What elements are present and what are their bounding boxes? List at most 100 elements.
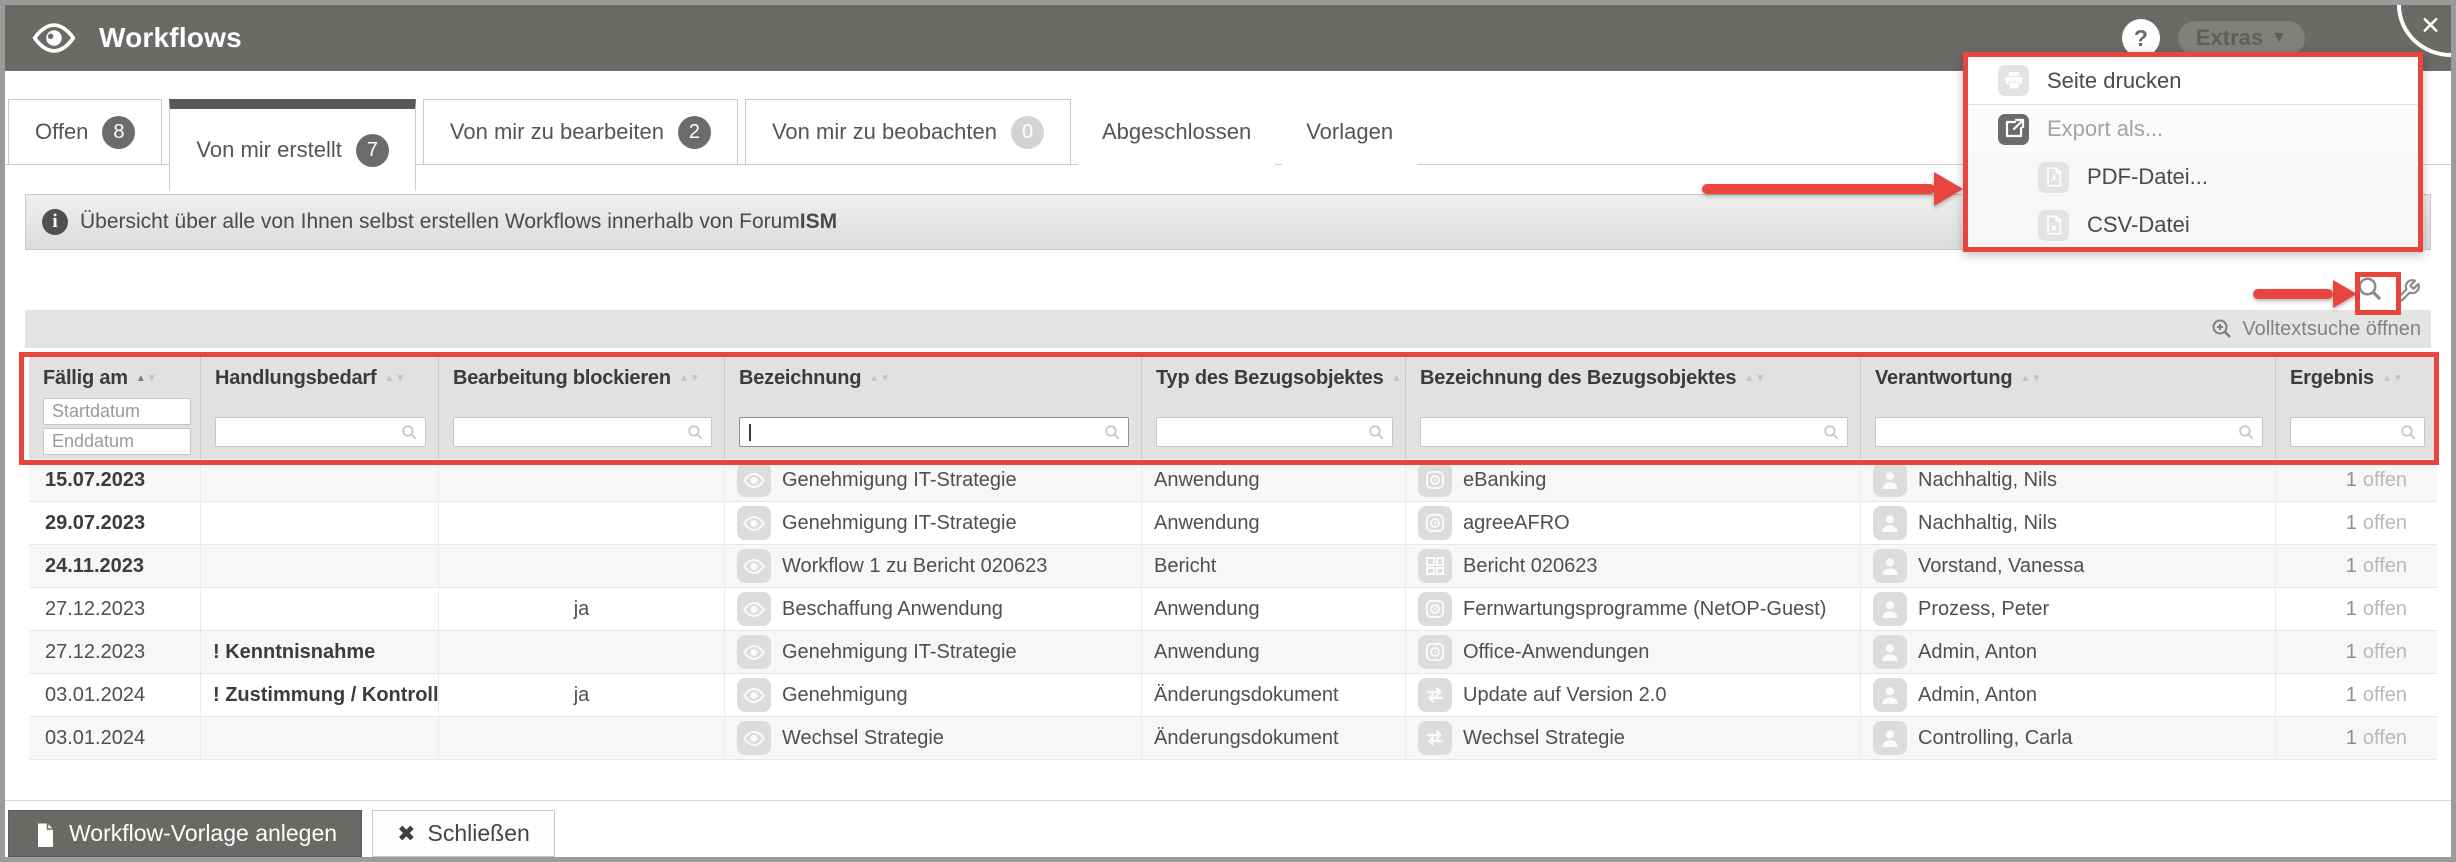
cell-object-type: Anwendung	[1142, 631, 1406, 673]
person-icon	[1873, 506, 1907, 540]
cell-workflow-name: Genehmigung IT-Strategie	[725, 502, 1142, 544]
cell-responsible: Nachhaltig, Nils	[1861, 502, 2276, 544]
filter-input-bearbeitung-blockieren[interactable]	[453, 417, 712, 447]
cell-responsible: Admin, Anton	[1861, 674, 2276, 716]
menu-item-seite-drucken[interactable]: Seite drucken	[1968, 57, 2418, 105]
cell-editing-blocked	[439, 717, 725, 759]
magnifier-icon[interactable]	[2355, 274, 2385, 304]
cell-action-required: ! Kenntnisnahme	[201, 631, 439, 673]
cell-result: 1 offen	[2345, 726, 2407, 749]
table-row[interactable]: 27.12.2023! Kenntnisnahme Genehmigung IT-…	[29, 631, 2437, 674]
menu-item-csv-datei[interactable]: CSV-Datei	[1968, 201, 2418, 247]
input-magnifier-icon	[400, 423, 419, 442]
close-button[interactable]: ✖ Schließen	[372, 810, 555, 857]
filter-input-bezeichnung[interactable]	[739, 417, 1129, 447]
cell-due-date: 27.12.2023	[29, 588, 201, 630]
filter-input-handlungsbedarf[interactable]	[215, 417, 426, 447]
column-header-handlungsbedarf: Handlungsbedarf ▲▼	[201, 355, 439, 459]
workflow-eye-icon	[737, 592, 771, 626]
table-row[interactable]: 15.07.2023 Genehmigung IT-Strategie Anwend…	[29, 459, 2437, 502]
filter-input-bezeichnung-des-bezugsobjektes[interactable]	[1420, 417, 1848, 447]
extras-button[interactable]: Extras ▼	[2177, 21, 2305, 55]
sort-arrows-icon[interactable]: ▲▼	[2382, 373, 2404, 384]
info-icon: i	[42, 209, 68, 235]
sort-arrows-icon[interactable]: ▲▼	[679, 373, 701, 384]
tab-label: Von mir erstellt	[196, 137, 342, 162]
column-label: Bearbeitung blockieren	[453, 367, 671, 389]
cell-action-required	[201, 502, 439, 544]
cell-responsible: Admin, Anton	[1861, 631, 2276, 673]
create-workflow-template-button[interactable]: Workflow-Vorlage anlegen	[8, 810, 363, 857]
person-icon	[1873, 463, 1907, 497]
menu-item-pdf-datei[interactable]: PDF-Datei...	[1968, 153, 2418, 201]
tab-count-badge: 8	[102, 115, 136, 149]
document-icon	[33, 821, 57, 847]
filter-input-startdatum[interactable]	[43, 398, 191, 425]
cell-workflow-name: Genehmigung IT-Strategie	[725, 459, 1142, 501]
cell-editing-blocked: ja	[439, 588, 725, 630]
cell-object-name: agreeAFRO	[1406, 502, 1861, 544]
cell-editing-blocked: ja	[439, 674, 725, 716]
cell-object-name: Wechsel Strategie	[1406, 717, 1861, 759]
table-row[interactable]: 29.07.2023 Genehmigung IT-Strategie Anwend…	[29, 502, 2437, 545]
cell-result: 1 offen	[2345, 511, 2407, 534]
filter-input-verantwortung[interactable]	[1875, 417, 2263, 447]
cell-action-required	[201, 588, 439, 630]
column-header-fällig-am: Fällig am ▲▼	[29, 355, 201, 459]
tab-von-mir-zu-beobachten[interactable]: Von mir zu beobachten 0	[744, 99, 1071, 165]
page-title: Workflows	[99, 22, 242, 53]
cell-due-date: 03.01.2024	[29, 674, 201, 716]
tab-label: Vorlagen	[1306, 119, 1394, 144]
cell-due-date: 15.07.2023	[29, 459, 201, 501]
tab-vorlagen[interactable]: Vorlagen	[1282, 99, 1418, 165]
column-label: Bezeichnung	[739, 367, 862, 389]
column-label: Ergebnis	[2290, 367, 2374, 389]
person-icon	[1873, 635, 1907, 669]
cell-object-name: Update auf Version 2.0	[1406, 674, 1861, 716]
column-label: Fällig am	[43, 367, 128, 389]
cell-object-type: Anwendung	[1142, 588, 1406, 630]
sort-arrows-icon[interactable]: ▲▼	[869, 373, 891, 384]
wrench-icon[interactable]	[2395, 278, 2421, 304]
cell-workflow-name: Genehmigung IT-Strategie	[725, 631, 1142, 673]
tab-von-mir-erstellt[interactable]: Von mir erstellt 7	[169, 99, 416, 191]
table-row[interactable]: 27.12.2023 ja Beschaffung Anwendung Anwendu…	[29, 588, 2437, 631]
tab-von-mir-zu-bearbeiten[interactable]: Von mir zu bearbeiten 2	[422, 99, 738, 165]
cell-result: 1 offen	[2345, 683, 2407, 706]
filter-input-enddatum[interactable]	[43, 428, 191, 455]
tab-offen[interactable]: Offen 8	[8, 99, 163, 165]
fulltext-search-toggle[interactable]: Volltextsuche öffnen	[25, 310, 2431, 348]
cell-responsible: Nachhaltig, Nils	[1861, 459, 2276, 501]
fulltext-search-label: Volltextsuche öffnen	[2242, 317, 2421, 340]
workflows-window: Workflows ? Extras ▼ ✕ Offen 8 Von mir ers…	[0, 0, 2456, 862]
filter-input-typ-des-bezugsobjektes[interactable]	[1156, 417, 1393, 447]
csv-file-icon	[2038, 209, 2069, 241]
annotation-arrow-extras-menu	[1702, 172, 1963, 206]
menu-item-export-als[interactable]: Export als...	[1968, 105, 2418, 153]
text-caret	[749, 424, 751, 441]
table-header: Fällig am ▲▼ Handlungsbedarf ▲▼ Bearbeitung …	[29, 355, 2437, 459]
person-icon	[1873, 678, 1907, 712]
tab-label: Von mir zu bearbeiten	[449, 119, 664, 144]
cell-responsible: Controlling, Carla	[1861, 717, 2276, 759]
cell-responsible: Vorstand, Vanessa	[1861, 545, 2276, 587]
table-row[interactable]: 24.11.2023 Workflow 1 zu Bericht 020623 Be…	[29, 545, 2437, 588]
cell-editing-blocked	[439, 545, 725, 587]
sort-arrows-icon[interactable]: ▲▼	[136, 373, 158, 384]
table-row[interactable]: 03.01.2024! Zustimmung / Kontrolle ja Gene…	[29, 674, 2437, 717]
column-label: Typ des Bezugsobjektes	[1156, 367, 1384, 389]
input-magnifier-icon	[1103, 423, 1122, 442]
workflow-eye-icon	[737, 678, 771, 712]
column-label: Handlungsbedarf	[215, 367, 377, 389]
table-row[interactable]: 03.01.2024 Wechsel Strategie Änderungsdoku…	[29, 717, 2437, 760]
tab-abgeschlossen[interactable]: Abgeschlossen	[1078, 99, 1276, 165]
cell-object-name: eBanking	[1406, 459, 1861, 501]
sort-arrows-icon[interactable]: ▲▼	[2020, 373, 2042, 384]
input-magnifier-icon	[2399, 423, 2418, 442]
close-button-label: Schließen	[427, 820, 530, 846]
cell-editing-blocked	[439, 631, 725, 673]
magnifier-plus-icon	[2210, 317, 2234, 341]
sort-arrows-icon[interactable]: ▲▼	[1744, 373, 1766, 384]
workflows-table: Fällig am ▲▼ Handlungsbedarf ▲▼ Bearbeitung …	[29, 355, 2437, 760]
sort-arrows-icon[interactable]: ▲▼	[384, 373, 406, 384]
